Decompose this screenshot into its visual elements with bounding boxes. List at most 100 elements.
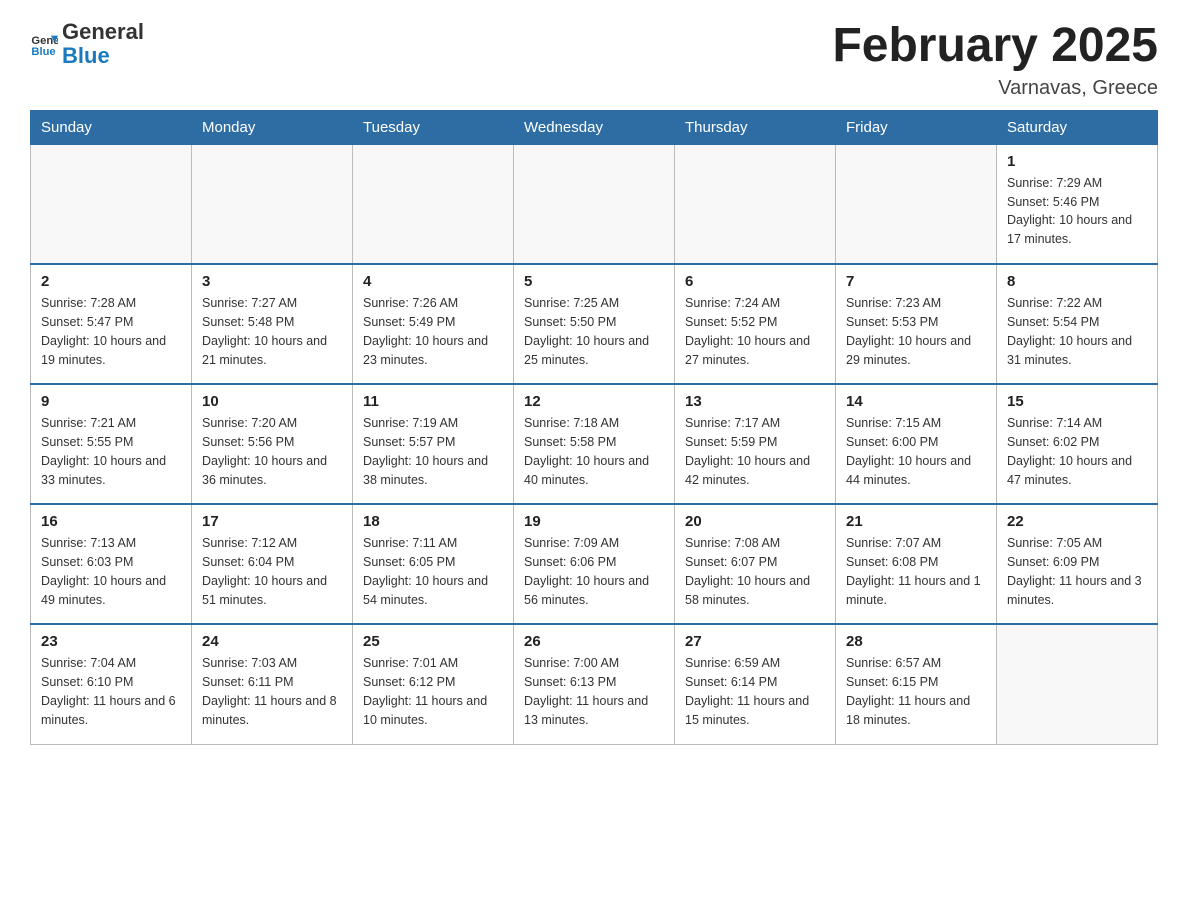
day-info: Sunrise: 7:22 AMSunset: 5:54 PMDaylight:…	[1007, 294, 1147, 369]
calendar-cell: 12 Sunrise: 7:18 AMSunset: 5:58 PMDayligh…	[514, 384, 675, 504]
weekday-header-row: SundayMondayTuesdayWednesdayThursdayFrid…	[31, 110, 1158, 144]
weekday-header-friday: Friday	[836, 110, 997, 144]
day-number: 21	[846, 513, 986, 530]
day-info: Sunrise: 7:12 AMSunset: 6:04 PMDaylight:…	[202, 534, 342, 609]
day-info: Sunrise: 7:08 AMSunset: 6:07 PMDaylight:…	[685, 534, 825, 609]
week-row-3: 9 Sunrise: 7:21 AMSunset: 5:55 PMDaylight…	[31, 384, 1158, 504]
day-number: 27	[685, 633, 825, 650]
calendar-cell: 7 Sunrise: 7:23 AMSunset: 5:53 PMDaylight…	[836, 264, 997, 384]
calendar-cell: 2 Sunrise: 7:28 AMSunset: 5:47 PMDaylight…	[31, 264, 192, 384]
location: Varnavas, Greece	[832, 77, 1158, 100]
calendar-cell: 27 Sunrise: 6:59 AMSunset: 6:14 PMDayligh…	[675, 624, 836, 744]
day-number: 22	[1007, 513, 1147, 530]
day-number: 14	[846, 393, 986, 410]
day-info: Sunrise: 7:05 AMSunset: 6:09 PMDaylight:…	[1007, 534, 1147, 609]
title-section: February 2025 Varnavas, Greece	[832, 20, 1158, 100]
day-info: Sunrise: 7:14 AMSunset: 6:02 PMDaylight:…	[1007, 414, 1147, 489]
day-info: Sunrise: 7:26 AMSunset: 5:49 PMDaylight:…	[363, 294, 503, 369]
calendar-cell: 10 Sunrise: 7:20 AMSunset: 5:56 PMDayligh…	[192, 384, 353, 504]
calendar-cell: 18 Sunrise: 7:11 AMSunset: 6:05 PMDayligh…	[353, 504, 514, 624]
day-info: Sunrise: 7:18 AMSunset: 5:58 PMDaylight:…	[524, 414, 664, 489]
day-number: 2	[41, 273, 181, 290]
day-number: 10	[202, 393, 342, 410]
day-info: Sunrise: 7:13 AMSunset: 6:03 PMDaylight:…	[41, 534, 181, 609]
logo-blue: Blue	[62, 44, 144, 68]
day-info: Sunrise: 7:23 AMSunset: 5:53 PMDaylight:…	[846, 294, 986, 369]
calendar-cell: 17 Sunrise: 7:12 AMSunset: 6:04 PMDayligh…	[192, 504, 353, 624]
calendar-cell	[514, 144, 675, 264]
day-info: Sunrise: 7:09 AMSunset: 6:06 PMDaylight:…	[524, 534, 664, 609]
calendar-cell: 28 Sunrise: 6:57 AMSunset: 6:15 PMDayligh…	[836, 624, 997, 744]
calendar-cell: 3 Sunrise: 7:27 AMSunset: 5:48 PMDaylight…	[192, 264, 353, 384]
calendar-cell: 21 Sunrise: 7:07 AMSunset: 6:08 PMDayligh…	[836, 504, 997, 624]
day-info: Sunrise: 7:17 AMSunset: 5:59 PMDaylight:…	[685, 414, 825, 489]
weekday-header-tuesday: Tuesday	[353, 110, 514, 144]
calendar-cell: 13 Sunrise: 7:17 AMSunset: 5:59 PMDayligh…	[675, 384, 836, 504]
day-info: Sunrise: 7:03 AMSunset: 6:11 PMDaylight:…	[202, 654, 342, 729]
calendar-cell: 23 Sunrise: 7:04 AMSunset: 6:10 PMDayligh…	[31, 624, 192, 744]
day-info: Sunrise: 7:20 AMSunset: 5:56 PMDaylight:…	[202, 414, 342, 489]
calendar-cell	[31, 144, 192, 264]
day-info: Sunrise: 6:57 AMSunset: 6:15 PMDaylight:…	[846, 654, 986, 729]
calendar-cell: 26 Sunrise: 7:00 AMSunset: 6:13 PMDayligh…	[514, 624, 675, 744]
day-info: Sunrise: 7:00 AMSunset: 6:13 PMDaylight:…	[524, 654, 664, 729]
day-info: Sunrise: 7:04 AMSunset: 6:10 PMDaylight:…	[41, 654, 181, 729]
day-number: 1	[1007, 153, 1147, 170]
day-info: Sunrise: 7:28 AMSunset: 5:47 PMDaylight:…	[41, 294, 181, 369]
day-info: Sunrise: 7:19 AMSunset: 5:57 PMDaylight:…	[363, 414, 503, 489]
calendar-cell: 11 Sunrise: 7:19 AMSunset: 5:57 PMDayligh…	[353, 384, 514, 504]
day-number: 25	[363, 633, 503, 650]
day-number: 7	[846, 273, 986, 290]
day-number: 26	[524, 633, 664, 650]
weekday-header-wednesday: Wednesday	[514, 110, 675, 144]
day-number: 11	[363, 393, 503, 410]
day-number: 3	[202, 273, 342, 290]
day-info: Sunrise: 7:25 AMSunset: 5:50 PMDaylight:…	[524, 294, 664, 369]
svg-text:Blue: Blue	[31, 46, 55, 58]
day-info: Sunrise: 7:29 AMSunset: 5:46 PMDaylight:…	[1007, 174, 1147, 249]
day-number: 18	[363, 513, 503, 530]
weekday-header-sunday: Sunday	[31, 110, 192, 144]
day-info: Sunrise: 7:11 AMSunset: 6:05 PMDaylight:…	[363, 534, 503, 609]
day-number: 5	[524, 273, 664, 290]
calendar-cell: 8 Sunrise: 7:22 AMSunset: 5:54 PMDaylight…	[997, 264, 1158, 384]
day-number: 17	[202, 513, 342, 530]
logo: General Blue General Blue	[30, 20, 144, 68]
day-number: 8	[1007, 273, 1147, 290]
weekday-header-thursday: Thursday	[675, 110, 836, 144]
logo-icon: General Blue	[30, 30, 58, 58]
day-number: 4	[363, 273, 503, 290]
day-info: Sunrise: 7:27 AMSunset: 5:48 PMDaylight:…	[202, 294, 342, 369]
day-info: Sunrise: 7:24 AMSunset: 5:52 PMDaylight:…	[685, 294, 825, 369]
calendar-cell: 15Sunrise: 7:14 AMSunset: 6:02 PMDayligh…	[997, 384, 1158, 504]
calendar-cell: 4 Sunrise: 7:26 AMSunset: 5:49 PMDaylight…	[353, 264, 514, 384]
calendar-cell: 14Sunrise: 7:15 AMSunset: 6:00 PMDayligh…	[836, 384, 997, 504]
week-row-2: 2 Sunrise: 7:28 AMSunset: 5:47 PMDaylight…	[31, 264, 1158, 384]
calendar-cell	[192, 144, 353, 264]
day-number: 12	[524, 393, 664, 410]
day-info: Sunrise: 7:01 AMSunset: 6:12 PMDaylight:…	[363, 654, 503, 729]
day-info: Sunrise: 7:07 AMSunset: 6:08 PMDaylight:…	[846, 534, 986, 609]
day-number: 13	[685, 393, 825, 410]
calendar-cell: 1 Sunrise: 7:29 AMSunset: 5:46 PMDaylight…	[997, 144, 1158, 264]
calendar-cell	[353, 144, 514, 264]
day-number: 9	[41, 393, 181, 410]
calendar-cell: 6Sunrise: 7:24 AMSunset: 5:52 PMDaylight…	[675, 264, 836, 384]
day-number: 28	[846, 633, 986, 650]
calendar-cell	[997, 624, 1158, 744]
calendar-cell: 5 Sunrise: 7:25 AMSunset: 5:50 PMDaylight…	[514, 264, 675, 384]
week-row-4: 16 Sunrise: 7:13 AMSunset: 6:03 PMDayligh…	[31, 504, 1158, 624]
week-row-5: 23 Sunrise: 7:04 AMSunset: 6:10 PMDayligh…	[31, 624, 1158, 744]
calendar-cell: 24 Sunrise: 7:03 AMSunset: 6:11 PMDayligh…	[192, 624, 353, 744]
day-number: 16	[41, 513, 181, 530]
logo-general: General	[62, 20, 144, 44]
calendar-cell: 22 Sunrise: 7:05 AMSunset: 6:09 PMDayligh…	[997, 504, 1158, 624]
day-number: 24	[202, 633, 342, 650]
calendar-cell	[836, 144, 997, 264]
calendar-cell: 20Sunrise: 7:08 AMSunset: 6:07 PMDayligh…	[675, 504, 836, 624]
calendar-cell	[675, 144, 836, 264]
month-title: February 2025	[832, 20, 1158, 73]
day-info: Sunrise: 7:21 AMSunset: 5:55 PMDaylight:…	[41, 414, 181, 489]
day-info: Sunrise: 6:59 AMSunset: 6:14 PMDaylight:…	[685, 654, 825, 729]
day-number: 23	[41, 633, 181, 650]
